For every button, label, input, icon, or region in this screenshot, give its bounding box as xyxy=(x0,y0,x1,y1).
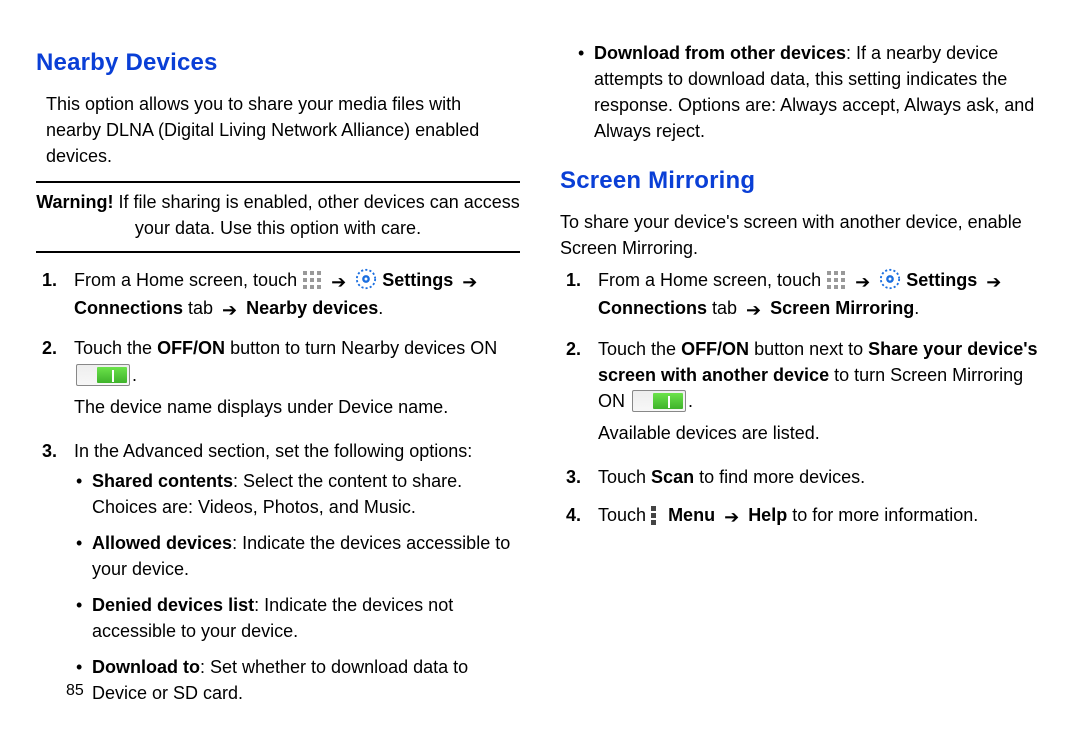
step-text: From a Home screen, touch xyxy=(598,270,826,290)
list-item: Allowed devices: Indicate the devices ac… xyxy=(92,530,520,592)
step-text: button to turn Nearby devices ON xyxy=(225,338,497,358)
list-item: Shared contents: Select the content to s… xyxy=(92,468,520,530)
step-1: 1. From a Home screen, touch ➔ Settings … xyxy=(70,267,520,335)
step-2: 2. Touch the OFF/ON button to turn Nearb… xyxy=(70,335,520,437)
device-name-note: The device name displays under Device na… xyxy=(74,394,520,420)
step-number: 2. xyxy=(42,335,57,361)
arrow-icon: ➔ xyxy=(720,504,743,530)
apps-grid-icon xyxy=(826,270,846,290)
step-text: . xyxy=(688,391,693,411)
step-number: 4. xyxy=(566,502,581,528)
screen-mirroring-steps: 1. From a Home screen, touch ➔ Settings … xyxy=(560,267,1044,542)
page-number: 85 xyxy=(66,679,84,702)
connections-label: Connections xyxy=(74,298,183,318)
warning-label: Warning! xyxy=(36,192,113,212)
option-title: Allowed devices xyxy=(92,533,232,553)
nearby-devices-label: Nearby devices xyxy=(246,298,378,318)
option-title: Download from other devices xyxy=(594,43,846,63)
option-title: Shared contents xyxy=(92,471,233,491)
advanced-options-cont: Download from other devices: If a nearby… xyxy=(560,40,1044,154)
arrow-icon: ➔ xyxy=(327,269,350,295)
menu-icon xyxy=(651,506,661,524)
gear-icon xyxy=(879,268,901,290)
settings-label: Settings xyxy=(906,270,977,290)
arrow-icon: ➔ xyxy=(851,269,874,295)
step-number: 3. xyxy=(566,464,581,490)
heading-nearby-devices: Nearby Devices xyxy=(36,46,520,81)
scan-label: Scan xyxy=(651,467,694,487)
arrow-icon: ➔ xyxy=(742,297,765,323)
step-text: Touch xyxy=(598,467,651,487)
step-text: button next to xyxy=(749,339,868,359)
settings-label: Settings xyxy=(382,270,453,290)
connections-label: Connections xyxy=(598,298,707,318)
option-title: Download to xyxy=(92,657,200,677)
menu-label: Menu xyxy=(668,505,715,525)
warning-block: Warning! If file sharing is enabled, oth… xyxy=(36,181,520,253)
option-title: Denied devices list xyxy=(92,595,254,615)
step-text: Touch the xyxy=(74,338,157,358)
step-text: to find more devices. xyxy=(694,467,865,487)
right-column: Download from other devices: If a nearby… xyxy=(560,36,1044,729)
list-item: Denied devices list: Indicate the device… xyxy=(92,592,520,654)
step-3: 3. Touch Scan to find more devices. xyxy=(594,464,1044,502)
apps-grid-icon xyxy=(302,270,322,290)
step-text: From a Home screen, touch xyxy=(74,270,302,290)
toggle-on-icon xyxy=(632,390,686,412)
step-3: 3. In the Advanced section, set the foll… xyxy=(70,438,520,729)
heading-screen-mirroring: Screen Mirroring xyxy=(560,164,1044,199)
list-item: Download from other devices: If a nearby… xyxy=(594,40,1044,154)
list-item: Download to: Set whether to download dat… xyxy=(92,654,520,716)
screen-mirroring-intro: To share your device's screen with anoth… xyxy=(560,209,1044,261)
left-column: Nearby Devices This option allows you to… xyxy=(36,36,520,729)
step-1: 1. From a Home screen, touch ➔ Settings … xyxy=(594,267,1044,335)
offon-label: OFF/ON xyxy=(681,339,749,359)
step-text: . xyxy=(132,365,137,385)
step-number: 1. xyxy=(42,267,57,293)
toggle-on-icon xyxy=(76,364,130,386)
nearby-intro: This option allows you to share your med… xyxy=(36,91,520,169)
warning-text-2: your data. Use this option with care. xyxy=(36,215,520,241)
step-2: 2. Touch the OFF/ON button next to Share… xyxy=(594,336,1044,464)
warning-text-1: If file sharing is enabled, other device… xyxy=(114,192,520,212)
step-text: to for more information. xyxy=(787,505,978,525)
step-text: In the Advanced section, set the followi… xyxy=(74,441,472,461)
step-number: 3. xyxy=(42,438,57,464)
arrow-icon: ➔ xyxy=(458,269,481,295)
step-number: 1. xyxy=(566,267,581,293)
offon-label: OFF/ON xyxy=(157,338,225,358)
gear-icon xyxy=(355,268,377,290)
step-4: 4. Touch Menu ➔ Help to for more informa… xyxy=(594,502,1044,542)
tab-word: tab xyxy=(183,298,218,318)
manual-page: Nearby Devices This option allows you to… xyxy=(0,0,1080,729)
help-label: Help xyxy=(748,505,787,525)
screen-mirroring-label: Screen Mirroring xyxy=(770,298,914,318)
step-text: Touch xyxy=(598,505,651,525)
tab-word: tab xyxy=(707,298,742,318)
available-devices-note: Available devices are listed. xyxy=(598,420,1044,446)
arrow-icon: ➔ xyxy=(982,269,1005,295)
step-text: Touch the xyxy=(598,339,681,359)
nearby-steps: 1. From a Home screen, touch ➔ Settings … xyxy=(36,267,520,728)
advanced-options: Shared contents: Select the content to s… xyxy=(74,468,520,717)
arrow-icon: ➔ xyxy=(218,297,241,323)
step-number: 2. xyxy=(566,336,581,362)
